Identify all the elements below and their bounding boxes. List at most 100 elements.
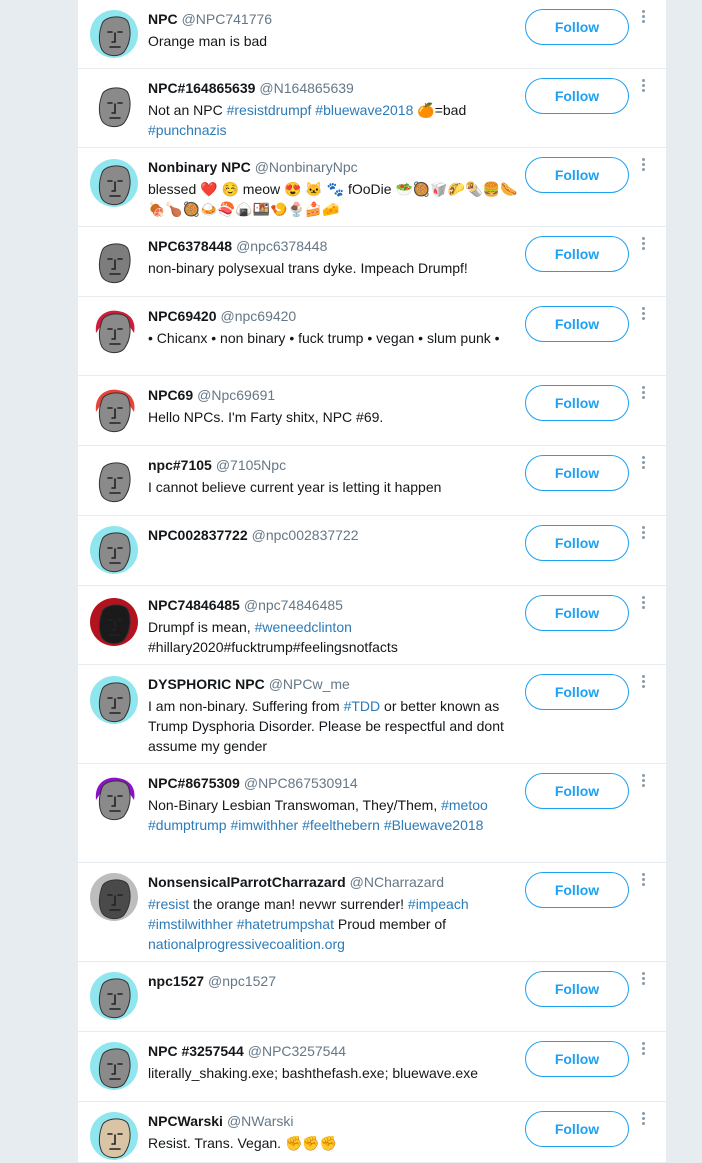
display-name[interactable]: DYSPHORIC NPC: [148, 676, 265, 692]
user-handle[interactable]: @Npc69691: [197, 387, 275, 403]
user-handle[interactable]: @NonbinaryNpc: [255, 159, 358, 175]
hashtag-link[interactable]: #hatetrumpshat: [237, 916, 334, 932]
display-name[interactable]: NPC #3257544: [148, 1043, 244, 1059]
more-options-icon[interactable]: [637, 772, 649, 792]
user-handle[interactable]: @npc002837722: [252, 527, 359, 543]
hashtag-link[interactable]: #imwithher: [230, 817, 298, 833]
hashtag-link[interactable]: #bluewave2018: [315, 102, 413, 118]
hashtag-link[interactable]: #punchnazis: [148, 122, 227, 138]
display-name[interactable]: NPC002837722: [148, 527, 248, 543]
avatar[interactable]: [90, 774, 138, 822]
user-handle[interactable]: @NWarski: [227, 1113, 294, 1129]
display-name[interactable]: Nonbinary NPC: [148, 159, 251, 175]
avatar[interactable]: [90, 676, 138, 724]
avatar[interactable]: [90, 81, 138, 129]
follow-button[interactable]: Follow: [525, 674, 629, 710]
more-options-icon[interactable]: [637, 871, 649, 891]
hashtag-link[interactable]: #imstilwithher: [148, 916, 233, 932]
follow-button[interactable]: Follow: [525, 525, 629, 561]
user-card[interactable]: NPC6378448 @npc6378448 non-binary polysexu…: [78, 227, 666, 297]
follow-button[interactable]: Follow: [525, 595, 629, 631]
more-options-icon[interactable]: [637, 970, 649, 990]
follow-button[interactable]: Follow: [525, 9, 629, 45]
user-card[interactable]: Nonbinary NPC @NonbinaryNpc blessed ❤️ ☺️ …: [78, 148, 666, 227]
avatar[interactable]: [90, 1112, 138, 1160]
user-card[interactable]: NPCWarski @NWarski Resist. Trans. Vegan. ✊…: [78, 1102, 666, 1163]
more-options-icon[interactable]: [637, 594, 649, 614]
more-options-icon[interactable]: [637, 384, 649, 404]
display-name[interactable]: NPC#164865639: [148, 80, 255, 96]
follow-button[interactable]: Follow: [525, 157, 629, 193]
follow-button[interactable]: Follow: [525, 78, 629, 114]
hashtag-link[interactable]: #TDD: [344, 698, 381, 714]
hashtag-link[interactable]: #impeach: [408, 896, 469, 912]
user-card[interactable]: NPC69 @Npc69691 Hello NPCs. I'm Farty shit…: [78, 376, 666, 446]
more-options-icon[interactable]: [637, 156, 649, 176]
user-card[interactable]: npc1527 @npc1527 Follow: [78, 962, 666, 1032]
follow-button[interactable]: Follow: [525, 385, 629, 421]
more-options-icon[interactable]: [637, 8, 649, 28]
hashtag-link[interactable]: #weneedclinton: [255, 619, 352, 635]
hashtag-link[interactable]: #resistdrumpf: [227, 102, 312, 118]
user-handle[interactable]: @NPC741776: [182, 11, 273, 27]
user-card[interactable]: npc#7105 @7105Npc I cannot believe current…: [78, 446, 666, 516]
hashtag-link[interactable]: #feelthebern: [302, 817, 380, 833]
follow-button[interactable]: Follow: [525, 455, 629, 491]
avatar[interactable]: [90, 237, 138, 285]
more-options-icon[interactable]: [637, 1110, 649, 1130]
user-card[interactable]: NPC#164865639 @N164865639 Not an NPC #resi…: [78, 69, 666, 148]
follow-button[interactable]: Follow: [525, 1041, 629, 1077]
user-handle[interactable]: @7105Npc: [216, 457, 286, 473]
display-name[interactable]: NPC: [148, 11, 178, 27]
follow-button[interactable]: Follow: [525, 872, 629, 908]
user-card[interactable]: NPC002837722 @npc002837722 Follow: [78, 516, 666, 586]
more-options-icon[interactable]: [637, 235, 649, 255]
follow-button[interactable]: Follow: [525, 1111, 629, 1147]
user-card[interactable]: NonsensicalParrotCharrazard @NCharrazard #…: [78, 863, 666, 962]
hashtag-link[interactable]: #metoo: [441, 797, 488, 813]
display-name[interactable]: NPCWarski: [148, 1113, 223, 1129]
display-name[interactable]: NPC69420: [148, 308, 217, 324]
follow-button[interactable]: Follow: [525, 236, 629, 272]
hashtag-link[interactable]: nationalprogressivecoalition.org: [148, 936, 345, 952]
user-handle[interactable]: @npc1527: [208, 973, 276, 989]
follow-button[interactable]: Follow: [525, 773, 629, 809]
hashtag-link[interactable]: #Bluewave2018: [384, 817, 484, 833]
display-name[interactable]: NPC69: [148, 387, 193, 403]
display-name[interactable]: NonsensicalParrotCharrazard: [148, 874, 346, 890]
user-handle[interactable]: @NPCw_me: [269, 676, 350, 692]
avatar[interactable]: [90, 1042, 138, 1090]
more-options-icon[interactable]: [637, 673, 649, 693]
more-options-icon[interactable]: [637, 454, 649, 474]
follow-button[interactable]: Follow: [525, 306, 629, 342]
avatar[interactable]: [90, 972, 138, 1020]
user-card[interactable]: NPC69420 @npc69420 • Chicanx • non binary …: [78, 297, 666, 376]
avatar[interactable]: [90, 456, 138, 504]
user-card[interactable]: NPC #3257544 @NPC3257544 literally_shaking…: [78, 1032, 666, 1102]
avatar[interactable]: [90, 307, 138, 355]
user-card[interactable]: NPC#8675309 @NPC867530914 Non-Binary Lesbi…: [78, 764, 666, 863]
more-options-icon[interactable]: [637, 305, 649, 325]
follow-button[interactable]: Follow: [525, 971, 629, 1007]
avatar[interactable]: [90, 386, 138, 434]
user-handle[interactable]: @NPC3257544: [248, 1043, 346, 1059]
avatar[interactable]: [90, 159, 138, 207]
avatar[interactable]: [90, 873, 138, 921]
user-handle[interactable]: @N164865639: [259, 80, 353, 96]
avatar[interactable]: [90, 526, 138, 574]
more-options-icon[interactable]: [637, 524, 649, 544]
display-name[interactable]: NPC6378448: [148, 238, 232, 254]
user-handle[interactable]: @npc74846485: [244, 597, 343, 613]
avatar[interactable]: [90, 10, 138, 58]
user-handle[interactable]: @NCharrazard: [350, 874, 444, 890]
more-options-icon[interactable]: [637, 1040, 649, 1060]
user-handle[interactable]: @NPC867530914: [244, 775, 358, 791]
display-name[interactable]: NPC#8675309: [148, 775, 240, 791]
user-card[interactable]: DYSPHORIC NPC @NPCw_me I am non-binary. Su…: [78, 665, 666, 764]
user-card[interactable]: NPC74846485 @npc74846485 Drumpf is mean, #…: [78, 586, 666, 665]
display-name[interactable]: NPC74846485: [148, 597, 240, 613]
user-card[interactable]: NPC @NPC741776 Orange man is bad Follow: [78, 0, 666, 69]
user-handle[interactable]: @npc69420: [221, 308, 297, 324]
hashtag-link[interactable]: #resist: [148, 896, 189, 912]
avatar[interactable]: [90, 598, 138, 646]
